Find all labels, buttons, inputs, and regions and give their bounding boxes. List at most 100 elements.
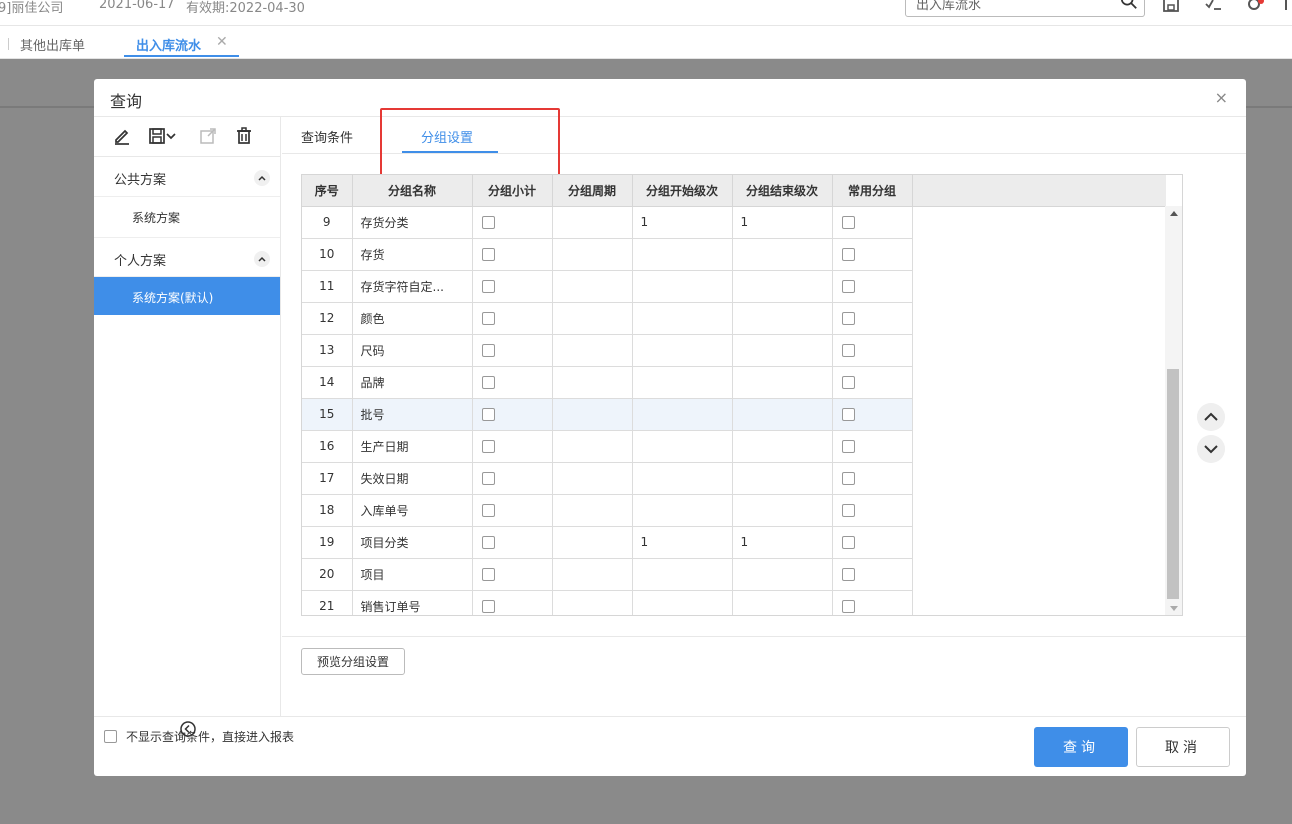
cell-end-level[interactable]: [732, 462, 833, 495]
vertical-scrollbar[interactable]: [1165, 206, 1182, 615]
cell-end-level[interactable]: [732, 302, 833, 335]
tab-query-conditions[interactable]: 查询条件: [301, 127, 353, 146]
common-group-checkbox[interactable]: [841, 344, 855, 357]
dialog-close-button[interactable]: ×: [1215, 88, 1228, 107]
common-group-checkbox[interactable]: [841, 472, 855, 485]
move-down-button[interactable]: [1197, 435, 1225, 463]
tab-inout-flow[interactable]: 出入库流水: [136, 35, 201, 54]
subtotal-checkbox[interactable]: [481, 312, 495, 325]
cell-start-level[interactable]: [632, 430, 733, 463]
search-input[interactable]: [906, 0, 1106, 16]
common-group-checkbox[interactable]: [841, 216, 855, 229]
query-button[interactable]: 查询: [1034, 727, 1128, 767]
cell-end-level[interactable]: [732, 430, 833, 463]
common-group-checkbox[interactable]: [841, 536, 855, 549]
cell-period[interactable]: [552, 494, 633, 527]
chevron-down-icon[interactable]: [165, 127, 177, 145]
personal-scheme-section[interactable]: 个人方案: [94, 237, 280, 277]
personal-scheme-item[interactable]: 系统方案(默认): [94, 277, 280, 315]
table-row[interactable]: 13 尺码: [302, 334, 1166, 367]
cell-end-level[interactable]: [732, 366, 833, 399]
checklist-icon[interactable]: [1203, 0, 1223, 14]
logout-icon[interactable]: [1282, 0, 1292, 14]
cell-start-level[interactable]: [632, 270, 733, 303]
skip-conditions-checkbox[interactable]: [104, 730, 117, 743]
table-row[interactable]: 14 品牌: [302, 366, 1166, 399]
subtotal-checkbox[interactable]: [481, 504, 495, 517]
move-up-button[interactable]: [1197, 403, 1225, 431]
cell-period[interactable]: [552, 366, 633, 399]
table-row[interactable]: 9 存货分类 1 1: [302, 206, 1166, 239]
cell-end-level[interactable]: 1: [732, 206, 833, 239]
common-group-checkbox[interactable]: [841, 280, 855, 293]
save-scheme-icon[interactable]: [148, 127, 166, 145]
cell-period[interactable]: [552, 526, 633, 559]
table-row[interactable]: 16 生产日期: [302, 430, 1166, 463]
common-group-checkbox[interactable]: [841, 408, 855, 421]
tab-other-outbound[interactable]: 其他出库单: [20, 35, 85, 54]
cell-end-level[interactable]: [732, 270, 833, 303]
cell-end-level[interactable]: 1: [732, 526, 833, 559]
subtotal-checkbox[interactable]: [481, 280, 495, 293]
cell-period[interactable]: [552, 270, 633, 303]
public-scheme-item[interactable]: 系统方案: [94, 197, 280, 237]
cell-start-level[interactable]: [632, 462, 733, 495]
table-row[interactable]: 17 失效日期: [302, 462, 1166, 495]
edit-icon[interactable]: [113, 127, 131, 145]
cell-period[interactable]: [552, 302, 633, 335]
common-group-checkbox[interactable]: [841, 376, 855, 389]
cell-period[interactable]: [552, 590, 633, 615]
cell-period[interactable]: [552, 430, 633, 463]
common-group-checkbox[interactable]: [841, 248, 855, 261]
save-icon[interactable]: [1161, 0, 1181, 14]
cell-period[interactable]: [552, 398, 633, 431]
subtotal-checkbox[interactable]: [481, 600, 495, 613]
table-row[interactable]: 10 存货: [302, 238, 1166, 271]
cell-period[interactable]: [552, 238, 633, 271]
cell-start-level[interactable]: [632, 494, 733, 527]
table-row[interactable]: 15 批号: [302, 398, 1166, 431]
common-group-checkbox[interactable]: [841, 440, 855, 453]
subtotal-checkbox[interactable]: [481, 440, 495, 453]
table-row[interactable]: 11 存货字符自定...: [302, 270, 1166, 303]
table-row[interactable]: 12 颜色: [302, 302, 1166, 335]
delete-icon[interactable]: [235, 127, 253, 145]
cell-end-level[interactable]: [732, 494, 833, 527]
cell-start-level[interactable]: 1: [632, 206, 733, 239]
cell-period[interactable]: [552, 334, 633, 367]
cell-end-level[interactable]: [732, 590, 833, 615]
cell-start-level[interactable]: [632, 366, 733, 399]
scroll-thumb[interactable]: [1167, 369, 1179, 599]
subtotal-checkbox[interactable]: [481, 408, 495, 421]
cell-start-level[interactable]: [632, 334, 733, 367]
table-row[interactable]: 21 销售订单号: [302, 590, 1166, 615]
cell-period[interactable]: [552, 206, 633, 239]
subtotal-checkbox[interactable]: [481, 472, 495, 485]
common-group-checkbox[interactable]: [841, 504, 855, 517]
cell-end-level[interactable]: [732, 558, 833, 591]
cell-start-level[interactable]: 1: [632, 526, 733, 559]
common-group-checkbox[interactable]: [841, 568, 855, 581]
cell-start-level[interactable]: [632, 238, 733, 271]
common-group-checkbox[interactable]: [841, 600, 855, 613]
cell-end-level[interactable]: [732, 398, 833, 431]
subtotal-checkbox[interactable]: [481, 248, 495, 261]
close-icon[interactable]: ✕: [216, 34, 228, 50]
cell-period[interactable]: [552, 462, 633, 495]
scroll-up-arrow-icon[interactable]: [1170, 211, 1178, 216]
subtotal-checkbox[interactable]: [481, 344, 495, 357]
cell-start-level[interactable]: [632, 398, 733, 431]
global-search[interactable]: [905, 0, 1145, 17]
chevron-up-icon[interactable]: [254, 170, 270, 186]
settings-icon[interactable]: [1244, 0, 1264, 14]
cell-end-level[interactable]: [732, 334, 833, 367]
scroll-down-arrow-icon[interactable]: [1170, 606, 1178, 611]
subtotal-checkbox[interactable]: [481, 568, 495, 581]
common-group-checkbox[interactable]: [841, 312, 855, 325]
table-row[interactable]: 19 项目分类 1 1: [302, 526, 1166, 559]
chevron-up-icon[interactable]: [254, 251, 270, 267]
cell-end-level[interactable]: [732, 238, 833, 271]
table-row[interactable]: 20 项目: [302, 558, 1166, 591]
subtotal-checkbox[interactable]: [481, 216, 495, 229]
cell-start-level[interactable]: [632, 558, 733, 591]
